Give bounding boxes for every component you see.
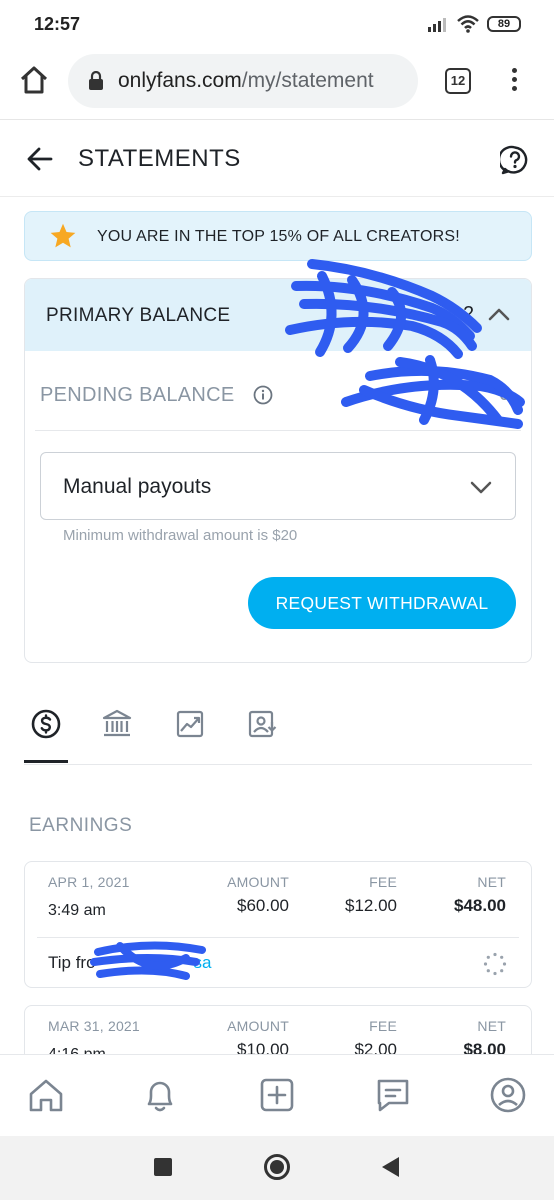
pending-balance-label: PENDING BALANCE <box>40 384 235 406</box>
home-icon[interactable] <box>26 1075 66 1115</box>
browser-home-icon[interactable] <box>18 64 50 96</box>
status-bar: 12:57 89 <box>0 0 554 48</box>
top-creator-banner: YOU ARE IN THE TOP 15% OF ALL CREATORS! <box>24 211 532 261</box>
back-arrow-icon[interactable] <box>26 145 54 173</box>
earning-net: $48.00 <box>454 896 506 915</box>
recent-apps-icon[interactable] <box>154 1158 172 1176</box>
loading-spinner-icon <box>483 952 507 976</box>
earning-date: APR 1, 2021 <box>48 874 130 890</box>
payout-method-value: Manual payouts <box>63 475 212 498</box>
amount-header: AMOUNT <box>227 874 289 890</box>
battery-indicator: 89 <box>487 16 521 32</box>
signal-icon <box>428 18 446 32</box>
system-home-icon[interactable] <box>264 1154 290 1180</box>
chart-icon[interactable] <box>174 708 206 740</box>
bottom-navigation <box>0 1054 554 1136</box>
system-back-icon[interactable] <box>382 1157 399 1177</box>
earnings-heading: EARNINGS <box>29 815 133 836</box>
earning-date: MAR 31, 2021 <box>48 1018 140 1034</box>
browser-toolbar: onlyfans.com/my/statement 12 <box>0 48 554 120</box>
bank-icon[interactable] <box>101 708 133 740</box>
divider <box>37 937 519 938</box>
url-bar[interactable]: onlyfans.com/my/statement <box>68 54 418 108</box>
primary-balance-label: PRIMARY BALANCE <box>46 305 231 326</box>
tipper-link[interactable]: sa <box>194 953 212 972</box>
chevron-down-icon <box>470 481 492 494</box>
page-header: STATEMENTS <box>0 121 554 197</box>
earning-time: 3:49 am <box>48 902 106 919</box>
minimum-withdrawal-note: Minimum withdrawal amount is $20 <box>63 527 298 544</box>
earning-row: APR 1, 2021 3:49 am AMOUNT $60.00 FEE $1… <box>24 861 532 988</box>
add-post-icon[interactable] <box>257 1075 297 1115</box>
pending-balance-value: 0 <box>499 383 511 405</box>
status-time: 12:57 <box>34 14 81 34</box>
payout-method-select[interactable]: Manual payouts <box>40 452 516 520</box>
fee-header: FEE <box>369 1018 397 1034</box>
primary-balance-row[interactable]: PRIMARY BALANCE 2 <box>25 279 531 351</box>
dollar-circle-icon[interactable] <box>30 708 62 740</box>
help-icon[interactable] <box>500 145 530 175</box>
divider <box>35 430 521 431</box>
url-path: /my/statement <box>241 69 374 92</box>
lock-icon <box>89 71 103 90</box>
payout-request-icon[interactable] <box>246 708 278 740</box>
active-tab-indicator <box>24 760 68 763</box>
earning-fee: $12.00 <box>345 896 397 915</box>
messages-icon[interactable] <box>373 1075 413 1115</box>
banner-text: YOU ARE IN THE TOP 15% OF ALL CREATORS! <box>97 228 460 245</box>
chevron-up-icon[interactable] <box>487 303 511 327</box>
url-text: onlyfans.com/my/statement <box>118 69 374 93</box>
profile-icon[interactable] <box>488 1075 528 1115</box>
net-header: NET <box>477 1018 506 1034</box>
request-withdrawal-button[interactable]: REQUEST WITHDRAWAL <box>248 577 516 629</box>
earning-amount: $60.00 <box>237 896 289 915</box>
amount-header: AMOUNT <box>227 1018 289 1034</box>
system-navigation-bar <box>0 1136 554 1200</box>
fee-header: FEE <box>369 874 397 890</box>
page-title: STATEMENTS <box>78 145 241 172</box>
earning-description: Tip fro sa <box>48 953 212 973</box>
primary-balance-value: 2 <box>463 303 475 325</box>
statement-tabs <box>24 700 532 765</box>
wifi-icon <box>457 15 479 33</box>
tab-switcher-button[interactable]: 12 <box>445 68 471 94</box>
info-icon[interactable] <box>253 385 273 405</box>
bell-icon[interactable] <box>140 1075 180 1115</box>
star-icon <box>50 223 76 248</box>
balance-card: PRIMARY BALANCE 2 PENDING BALANCE 0 Manu… <box>24 278 532 663</box>
browser-menu-icon[interactable] <box>508 68 520 96</box>
net-header: NET <box>477 874 506 890</box>
url-domain: onlyfans.com <box>118 69 242 92</box>
tip-prefix: Tip fro <box>48 953 96 972</box>
